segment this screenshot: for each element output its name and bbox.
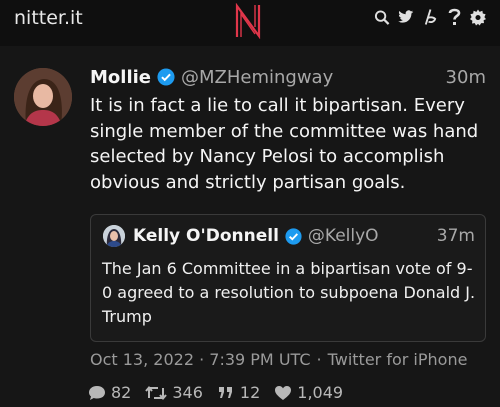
username-handle[interactable]: @MZHemingway	[181, 67, 333, 88]
tweet-header: Mollie @MZHemingway 30m	[90, 65, 486, 89]
quote-avatar[interactable]	[103, 225, 125, 247]
quote-icon	[218, 386, 232, 398]
avatar[interactable]	[14, 68, 72, 126]
reply-stat[interactable]: 82	[88, 383, 131, 402]
quote-stat[interactable]: 12	[217, 383, 260, 402]
quote-username-handle[interactable]: @KellyO	[308, 226, 379, 246]
quote-header: Kelly O'Donnell @KellyO 37m	[133, 224, 475, 248]
reply-count: 82	[111, 383, 132, 402]
meta-separator: ·	[316, 350, 322, 369]
quote-count: 12	[239, 383, 261, 402]
twitter-icon[interactable]	[398, 8, 414, 26]
retweet-icon	[145, 385, 168, 400]
quoted-tweet[interactable]: Kelly O'Donnell @KellyO 37m The Jan 6 Co…	[90, 214, 486, 342]
search-icon[interactable]	[374, 8, 390, 26]
tweet-time[interactable]: 30m	[446, 67, 486, 88]
rss-icon[interactable]	[422, 8, 438, 26]
heart-icon	[275, 385, 292, 400]
tweet-meta: Oct 13, 2022 · 7:39 PM UTC · Twitter for i…	[90, 350, 467, 369]
timeline-item: Mollie @MZHemingway 30m It is in fact a …	[0, 46, 500, 407]
comment-icon	[89, 385, 105, 400]
verified-badge-icon	[285, 227, 302, 245]
quote-time[interactable]: 37m	[437, 226, 475, 246]
top-navbar: nitter.it	[0, 0, 500, 46]
tweet-stats: 82 346 12 1,049	[88, 383, 357, 402]
quote-text: The Jan 6 Committee in a bipartisan vote…	[102, 259, 476, 326]
settings-icon[interactable]	[470, 8, 486, 26]
nav-icons	[374, 8, 486, 26]
site-brand-link[interactable]: nitter.it	[14, 7, 83, 29]
nitter-logo[interactable]	[233, 3, 263, 39]
quote-display-name[interactable]: Kelly O'Donnell	[133, 226, 279, 246]
verified-badge-icon	[157, 68, 175, 86]
retweet-count: 346	[172, 383, 203, 402]
tweet-text: It is in fact a lie to call it bipartisa…	[90, 95, 479, 193]
tweet-source: Twitter for iPhone	[327, 350, 468, 369]
help-icon[interactable]	[446, 8, 462, 26]
tweet-date[interactable]: Oct 13, 2022 · 7:39 PM UTC	[90, 350, 311, 369]
like-count: 1,049	[297, 383, 344, 402]
like-stat[interactable]: 1,049	[274, 383, 343, 402]
display-name[interactable]: Mollie	[90, 67, 151, 88]
retweet-stat[interactable]: 346	[145, 383, 203, 402]
